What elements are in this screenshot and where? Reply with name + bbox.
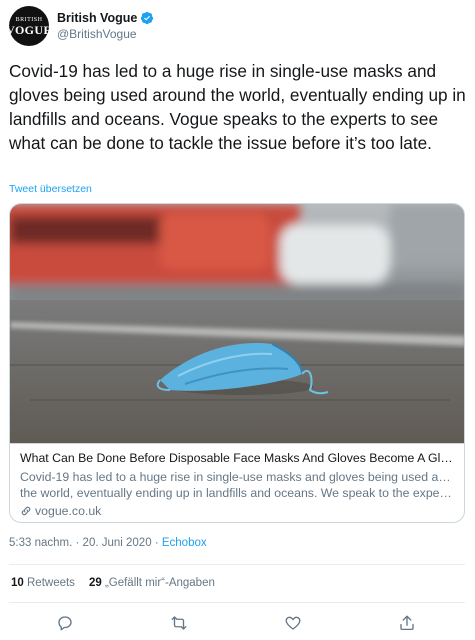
divider bbox=[9, 564, 465, 565]
tweet-actions bbox=[0, 610, 475, 636]
heart-icon bbox=[285, 616, 301, 630]
card-body: What Can Be Done Before Disposable Face … bbox=[10, 444, 464, 518]
card-title[interactable]: What Can Be Done Before Disposable Face … bbox=[20, 450, 454, 467]
card-description: Covid-19 has led to a huge rise in singl… bbox=[20, 469, 454, 501]
avatar[interactable]: BRITISH VOGUE bbox=[9, 6, 49, 46]
display-name[interactable]: British Vogue bbox=[57, 11, 137, 25]
account-names: British Vogue @BritishVogue bbox=[57, 11, 154, 41]
tweet-date[interactable]: 20. Juni 2020 bbox=[83, 537, 152, 549]
card-image bbox=[10, 204, 464, 444]
share-button[interactable] bbox=[398, 614, 418, 634]
card-description-line: the world, eventually ending up in landf… bbox=[20, 486, 454, 500]
retweets-label: Retweets bbox=[27, 577, 75, 589]
name-row: British Vogue bbox=[57, 11, 154, 25]
tweet-time[interactable]: 5:33 nachm. bbox=[9, 537, 72, 549]
link-card[interactable]: What Can Be Done Before Disposable Face … bbox=[9, 203, 465, 523]
link-icon bbox=[21, 506, 31, 516]
tweet-meta: 5:33 nachm. · 20. Juni 2020 · Echobox bbox=[9, 537, 207, 549]
retweet-icon bbox=[171, 616, 187, 630]
like-button[interactable] bbox=[284, 614, 304, 634]
mask-photo bbox=[10, 204, 464, 443]
tweet-source[interactable]: Echobox bbox=[162, 537, 207, 549]
tweet-header: BRITISH VOGUE British Vogue @BritishVogu… bbox=[9, 6, 464, 46]
retweets-stat[interactable]: 10 Retweets bbox=[11, 577, 75, 589]
handle[interactable]: @BritishVogue bbox=[57, 27, 154, 41]
card-domain-text: vogue.co.uk bbox=[35, 504, 102, 518]
reply-icon bbox=[58, 616, 72, 631]
likes-stat[interactable]: 29 „Gefällt mir“-Angaben bbox=[89, 577, 215, 589]
card-description-line: Covid-19 has led to a huge rise in singl… bbox=[20, 470, 454, 484]
meta-separator: · bbox=[75, 537, 80, 549]
tweet-stats: 10 Retweets 29 „Gefällt mir“-Angaben bbox=[11, 577, 229, 589]
retweet-button[interactable] bbox=[170, 614, 190, 634]
meta-separator: · bbox=[154, 537, 159, 549]
divider bbox=[9, 602, 465, 603]
card-domain[interactable]: vogue.co.uk bbox=[20, 504, 454, 518]
share-icon bbox=[400, 615, 414, 631]
verified-badge-icon bbox=[141, 11, 154, 25]
retweets-count: 10 bbox=[11, 577, 24, 589]
reply-button[interactable] bbox=[56, 614, 76, 634]
avatar-text-bottom: VOGUE bbox=[9, 22, 49, 37]
tweet-text: Covid-19 has led to a huge rise in singl… bbox=[9, 61, 466, 153]
likes-count: 29 bbox=[88, 577, 102, 589]
likes-label: „Gefällt mir“-Angaben bbox=[104, 577, 215, 589]
translate-link[interactable]: Tweet übersetzen bbox=[9, 183, 92, 195]
